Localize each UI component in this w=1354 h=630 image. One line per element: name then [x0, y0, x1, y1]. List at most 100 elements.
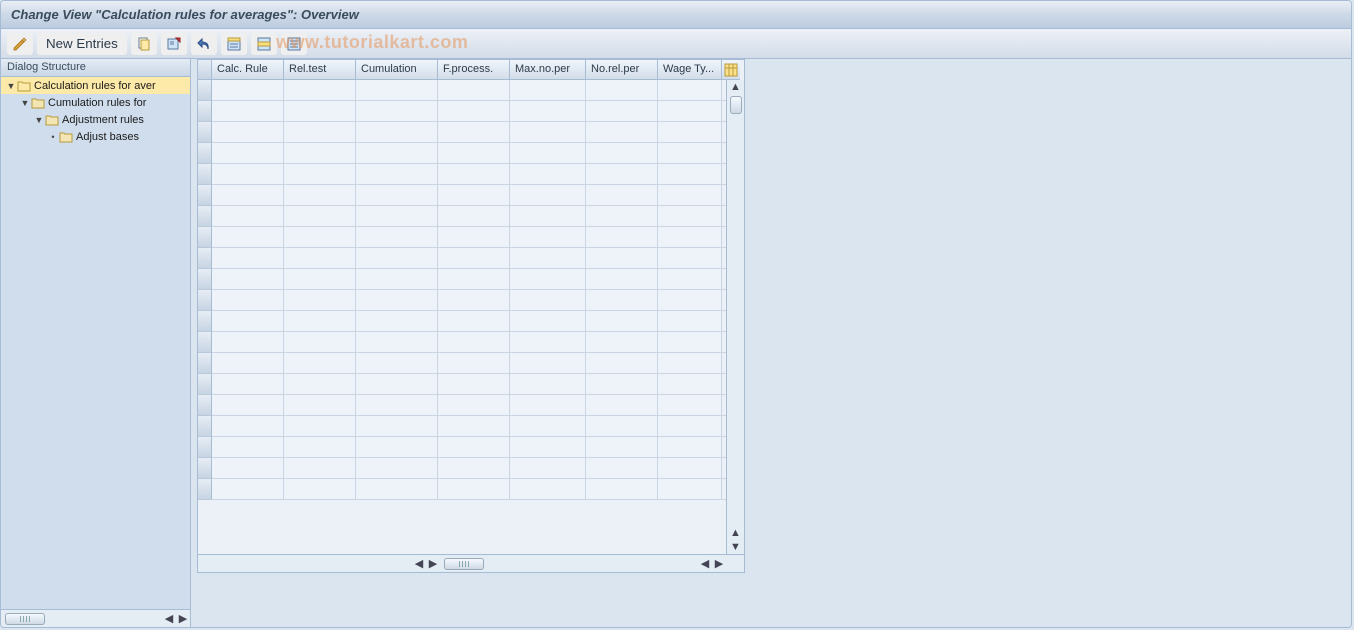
col-max-no-per[interactable]: Max.no.per	[510, 60, 586, 80]
row-selector[interactable]	[198, 395, 212, 416]
table-cell[interactable]	[212, 374, 284, 394]
table-cell[interactable]	[284, 353, 356, 373]
table-cell[interactable]	[586, 269, 658, 289]
table-cell[interactable]	[356, 227, 438, 247]
table-cell[interactable]	[284, 206, 356, 226]
table-cell[interactable]	[658, 290, 722, 310]
table-cell[interactable]	[212, 290, 284, 310]
table-cell[interactable]	[658, 479, 722, 499]
tree-node[interactable]: ▼Adjustment rules	[1, 111, 190, 128]
row-selector[interactable]	[198, 164, 212, 185]
toggle-change-icon[interactable]	[7, 33, 33, 55]
tree-node[interactable]: ▼Calculation rules for aver	[1, 77, 190, 94]
table-cell[interactable]	[438, 395, 510, 415]
table-row[interactable]	[212, 311, 726, 332]
table-cell[interactable]	[356, 101, 438, 121]
scrollbar-thumb[interactable]	[730, 96, 742, 114]
table-cell[interactable]	[356, 122, 438, 142]
row-selector[interactable]	[198, 80, 212, 101]
table-cell[interactable]	[284, 164, 356, 184]
tree-node[interactable]: ▼Cumulation rules for	[1, 94, 190, 111]
horizontal-scrollbar[interactable]: ◀ ▶ ◀ ▶	[198, 554, 744, 572]
table-cell[interactable]	[510, 269, 586, 289]
arrow-right-icon[interactable]: ▶	[712, 557, 726, 571]
table-cell[interactable]	[438, 416, 510, 436]
row-selector[interactable]	[198, 416, 212, 437]
dialog-structure-tree[interactable]: ▼Calculation rules for aver▼Cumulation r…	[1, 77, 190, 609]
table-cell[interactable]	[586, 374, 658, 394]
table-cell[interactable]	[658, 143, 722, 163]
table-cell[interactable]	[658, 311, 722, 331]
table-cell[interactable]	[658, 227, 722, 247]
table-cell[interactable]	[212, 185, 284, 205]
row-selector[interactable]	[198, 143, 212, 164]
table-cell[interactable]	[658, 164, 722, 184]
table-row[interactable]	[212, 437, 726, 458]
table-cell[interactable]	[438, 143, 510, 163]
table-cell[interactable]	[510, 479, 586, 499]
table-cell[interactable]	[284, 437, 356, 457]
arrow-down-icon[interactable]: ▼	[727, 540, 744, 554]
table-cell[interactable]	[510, 101, 586, 121]
table-cell[interactable]	[510, 353, 586, 373]
table-cell[interactable]	[284, 311, 356, 331]
table-cell[interactable]	[438, 311, 510, 331]
table-cell[interactable]	[438, 269, 510, 289]
table-cell[interactable]	[586, 311, 658, 331]
arrow-right-icon[interactable]: ▶	[176, 612, 190, 626]
new-entries-button[interactable]: New Entries	[37, 33, 127, 55]
arrow-right-icon[interactable]: ▶	[426, 557, 440, 571]
configure-columns-icon[interactable]	[722, 60, 740, 80]
col-no-rel-per[interactable]: No.rel.per	[586, 60, 658, 80]
table-cell[interactable]	[510, 122, 586, 142]
table-cell[interactable]	[586, 101, 658, 121]
table-cell[interactable]	[284, 185, 356, 205]
table-cell[interactable]	[212, 143, 284, 163]
table-cell[interactable]	[510, 374, 586, 394]
arrow-up-icon[interactable]: ▲	[727, 80, 744, 94]
table-cell[interactable]	[510, 332, 586, 352]
table-cell[interactable]	[356, 290, 438, 310]
table-cell[interactable]	[438, 374, 510, 394]
table-cell[interactable]	[284, 227, 356, 247]
row-selector[interactable]	[198, 248, 212, 269]
table-cell[interactable]	[212, 395, 284, 415]
table-row[interactable]	[212, 164, 726, 185]
table-cell[interactable]	[212, 437, 284, 457]
table-row[interactable]	[212, 206, 726, 227]
row-selector[interactable]	[198, 269, 212, 290]
table-cell[interactable]	[510, 185, 586, 205]
table-cell[interactable]	[284, 374, 356, 394]
table-cell[interactable]	[356, 143, 438, 163]
tree-node[interactable]: •Adjust bases	[1, 128, 190, 145]
table-cell[interactable]	[586, 458, 658, 478]
row-selector[interactable]	[198, 206, 212, 227]
table-cell[interactable]	[212, 269, 284, 289]
col-cumulation[interactable]: Cumulation	[356, 60, 438, 80]
table-cell[interactable]	[658, 458, 722, 478]
table-cell[interactable]	[586, 143, 658, 163]
table-cell[interactable]	[212, 311, 284, 331]
table-cell[interactable]	[586, 479, 658, 499]
table-row[interactable]	[212, 101, 726, 122]
table-cell[interactable]	[658, 80, 722, 100]
table-cell[interactable]	[438, 290, 510, 310]
row-selector[interactable]	[198, 227, 212, 248]
table-cell[interactable]	[284, 122, 356, 142]
table-row[interactable]	[212, 122, 726, 143]
table-row[interactable]	[212, 185, 726, 206]
table-cell[interactable]	[510, 311, 586, 331]
table-cell[interactable]	[212, 122, 284, 142]
col-calc-rule[interactable]: Calc. Rule	[212, 60, 284, 80]
table-cell[interactable]	[586, 122, 658, 142]
table-cell[interactable]	[586, 290, 658, 310]
table-cell[interactable]	[356, 416, 438, 436]
row-selector[interactable]	[198, 374, 212, 395]
row-selector[interactable]	[198, 437, 212, 458]
table-row[interactable]	[212, 290, 726, 311]
table-cell[interactable]	[510, 395, 586, 415]
scrollbar-thumb[interactable]	[444, 558, 484, 570]
table-cell[interactable]	[658, 374, 722, 394]
table-cell[interactable]	[438, 80, 510, 100]
table-cell[interactable]	[658, 248, 722, 268]
